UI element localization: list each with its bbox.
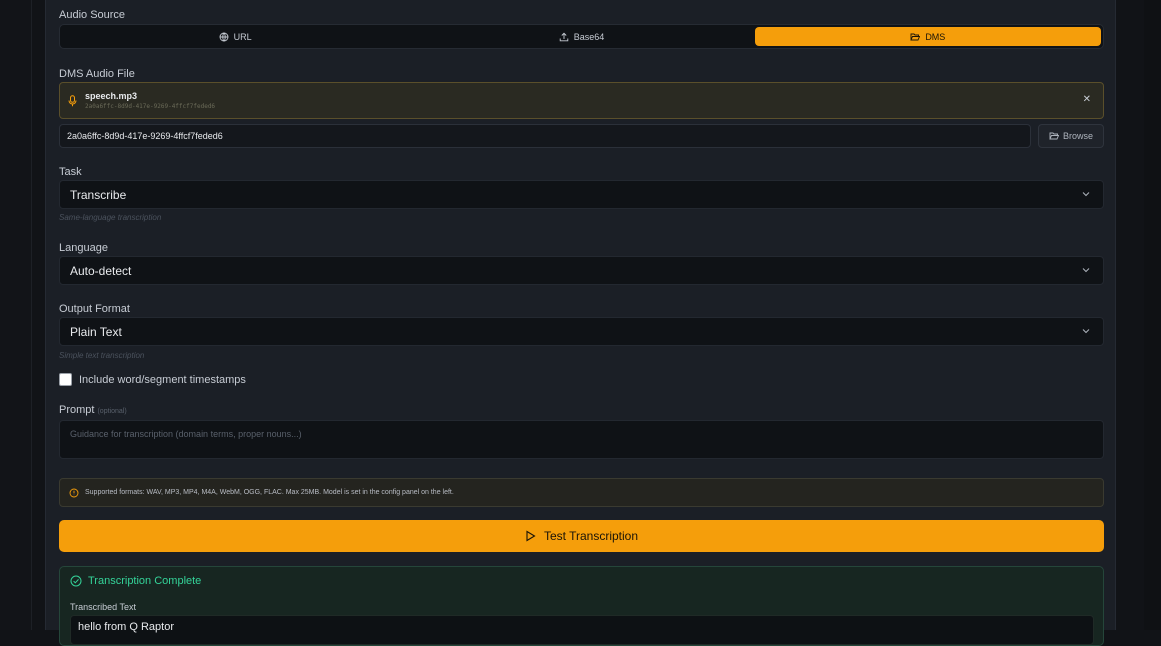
transcription-result: Transcription Complete Transcribed Text … <box>59 566 1104 646</box>
task-label: Task <box>59 166 82 178</box>
supported-formats-notice: Supported formats: WAV, MP3, MP4, M4A, W… <box>59 478 1104 507</box>
output-format-value: Plain Text <box>70 325 122 339</box>
browse-button[interactable]: Browse <box>1038 124 1104 148</box>
result-title: Transcription Complete <box>88 575 202 587</box>
source-base64-button[interactable]: Base64 <box>408 27 754 46</box>
check-circle-icon <box>70 575 82 587</box>
selected-file-card: speech.mp3 2a0a6ffc-8d9d-417e-9269-4ffcf… <box>59 82 1104 119</box>
task-value: Transcribe <box>70 188 127 202</box>
prompt-label: Prompt <box>59 404 95 416</box>
prompt-label-row: Prompt (optional) <box>59 404 127 416</box>
chevron-down-icon <box>1082 192 1090 197</box>
task-select[interactable]: Transcribe <box>59 180 1104 209</box>
close-icon[interactable]: ✕ <box>1083 94 1091 105</box>
test-transcription-label: Test Transcription <box>543 529 639 543</box>
folder-open-icon <box>1049 132 1059 140</box>
left-gutter <box>0 0 32 630</box>
transcribed-text-output: hello from Q Raptor <box>70 615 1094 645</box>
file-name: speech.mp3 <box>85 91 138 101</box>
test-transcription-button[interactable]: Test Transcription <box>59 520 1104 552</box>
info-icon <box>69 488 79 497</box>
language-label: Language <box>59 242 108 254</box>
timestamps-option: Include word/segment timestamps <box>59 373 246 386</box>
language-value: Auto-detect <box>70 264 132 278</box>
chevron-down-icon <box>1082 268 1090 273</box>
right-scroll-gutter[interactable] <box>1144 0 1161 630</box>
chevron-down-icon <box>1082 329 1090 334</box>
source-base64-label: Base64 <box>573 31 605 42</box>
output-format-select[interactable]: Plain Text <box>59 317 1104 346</box>
transcribed-text-label: Transcribed Text <box>70 602 137 612</box>
microphone-icon <box>68 95 77 107</box>
prompt-optional-tag: (optional) <box>97 408 127 415</box>
audio-source-toggle: URL Base64 DMS <box>59 24 1104 49</box>
result-header: Transcription Complete <box>70 575 201 587</box>
transcription-panel: Audio Source URL Base64 DMS DMS Audio Fi… <box>45 0 1116 646</box>
source-url-label: URL <box>233 31 252 42</box>
play-icon <box>526 530 536 542</box>
prompt-textarea[interactable]: Guidance for transcription (domain terms… <box>59 420 1104 459</box>
audio-source-label: Audio Source <box>59 9 126 21</box>
upload-icon <box>559 32 568 41</box>
timestamps-checkbox[interactable] <box>59 373 72 386</box>
task-hint: Same-language transcription <box>59 213 162 222</box>
file-id: 2a0a6ffc-8d9d-417e-9269-4ffcf7feded6 <box>85 103 216 110</box>
timestamps-label: Include word/segment timestamps <box>79 373 246 386</box>
source-dms-label: DMS <box>925 31 946 42</box>
browse-label: Browse <box>1062 131 1093 141</box>
dms-file-id-input[interactable]: 2a0a6ffc-8d9d-417e-9269-4ffcf7feded6 <box>59 124 1031 148</box>
source-url-button[interactable]: URL <box>62 27 408 46</box>
source-dms-button[interactable]: DMS <box>754 27 1101 46</box>
language-select[interactable]: Auto-detect <box>59 256 1104 285</box>
supported-formats-text: Supported formats: WAV, MP3, MP4, M4A, W… <box>85 489 454 496</box>
dms-audio-file-label: DMS Audio File <box>59 68 135 80</box>
output-format-hint: Simple text transcription <box>59 351 145 360</box>
output-format-label: Output Format <box>59 303 130 315</box>
folder-open-icon <box>910 33 921 40</box>
globe-icon <box>219 32 229 41</box>
